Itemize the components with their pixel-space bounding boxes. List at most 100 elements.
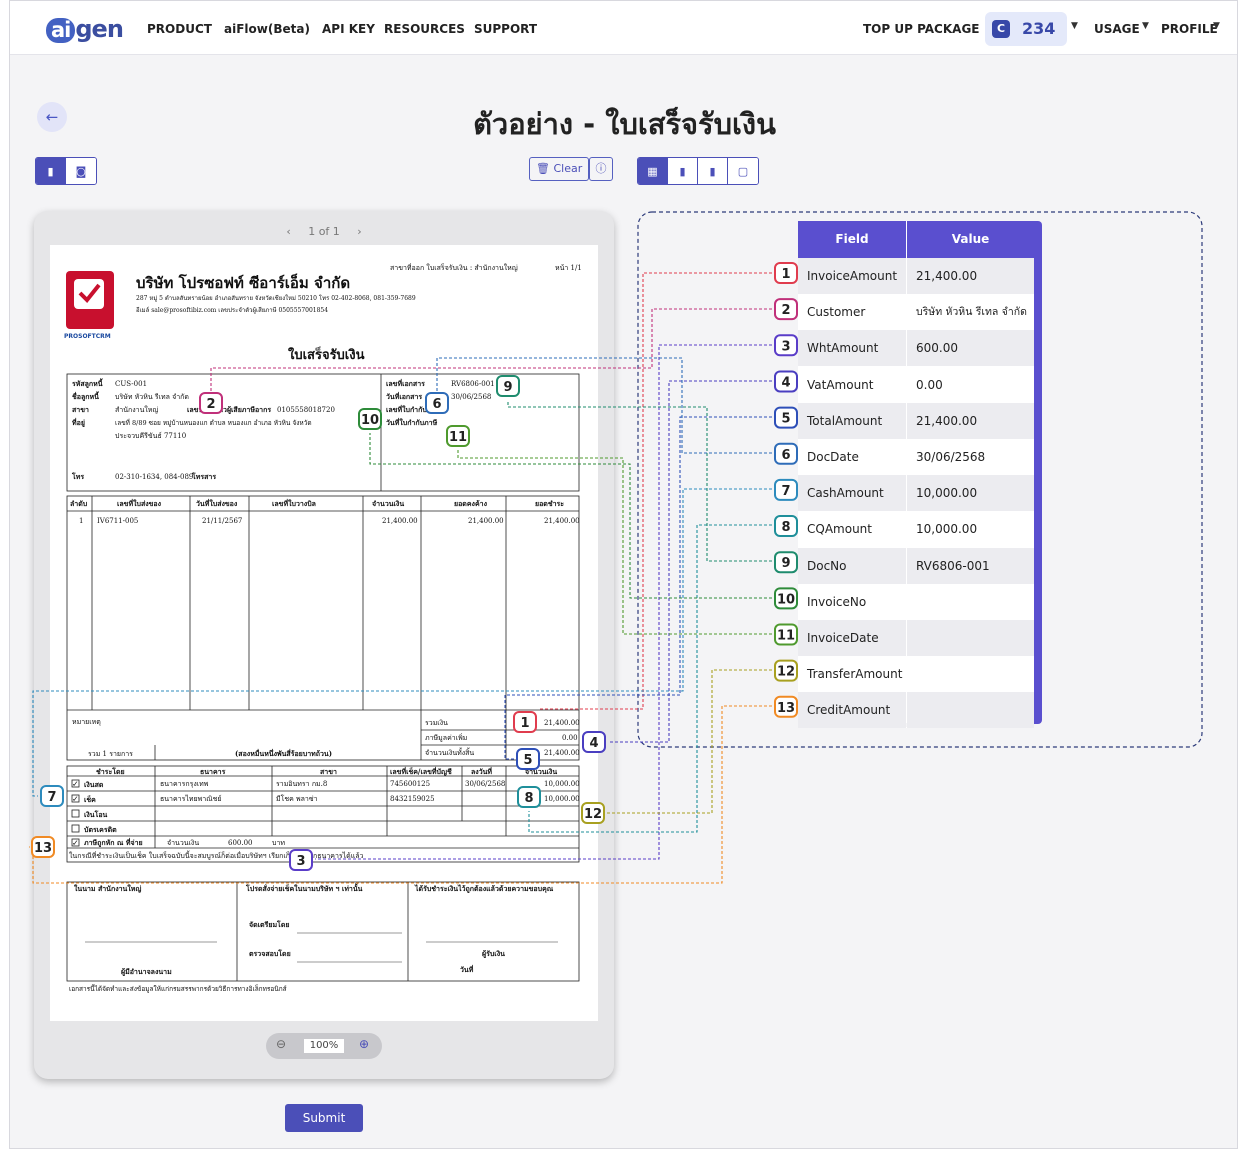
field-value[interactable]: 10,000.00 <box>907 511 1034 548</box>
chevron-down-icon[interactable]: ▼ <box>1213 21 1220 31</box>
table-badge-9-label: 9 <box>781 556 790 571</box>
table-row: InvoiceDate <box>798 620 1034 656</box>
table-badge-7 <box>774 478 798 501</box>
item-h-4: จำนวนเงิน <box>372 499 404 508</box>
input-mode-toggle: ▮ ◙ <box>35 157 97 185</box>
nav-product[interactable]: PRODUCT <box>147 22 212 36</box>
company-address: 287 หมู่ 5 ตำบลสันทรายน้อย อำเภอสันทราย … <box>136 294 416 302</box>
field-value[interactable]: 21,400.00 <box>907 402 1034 439</box>
table-row: VatAmount 0.00 <box>798 366 1034 403</box>
doc-label-invno: เลขที่ใบกำกับภาษี <box>386 404 440 414</box>
sig3-receiver: ผู้รับเงิน <box>482 949 505 959</box>
camera-icon[interactable]: ◙ <box>66 158 96 184</box>
empty-view-icon[interactable]: ▢ <box>728 158 758 184</box>
pay-method-3: บัตรเครดิต <box>84 825 117 834</box>
connector-line-4 <box>608 380 772 743</box>
item-h-6: ยอดชำระ <box>535 499 564 508</box>
item-h-5: ยอดคงค้าง <box>454 499 488 508</box>
pay-method-0: เงินสด <box>84 780 104 789</box>
table-badge-6 <box>774 442 798 465</box>
sum-value-0: 21,400.00 <box>544 719 580 727</box>
pay-r0-branch: รามอินทรา กม.8 <box>276 780 327 788</box>
field-name: InvoiceNo <box>798 583 906 620</box>
field-value[interactable]: บริษัท หัวหิน รีเทล จำกัด <box>907 294 1034 331</box>
amount-words: (สองหมื่นหนึ่งพันสี่ร้อยบาทถ้วน) <box>235 748 332 758</box>
cust-address-2: ประจวบคีรีขันธ์ 77110 <box>115 432 186 440</box>
credit-counter[interactable]: C 234 <box>985 12 1067 46</box>
item-delivery-date: 21/11/2567 <box>202 517 242 525</box>
receipt-document: สาขาที่ออก ใบเสร็จรับเงิน : สำนักงานใหญ่… <box>64 263 582 993</box>
table-badge-4 <box>774 370 798 393</box>
nav-top-up[interactable]: TOP UP PACKAGE <box>863 22 980 36</box>
field-value[interactable] <box>907 583 1034 620</box>
output-view-toggle: ▦ ▮ ▮ ▢ <box>637 157 759 185</box>
pay-r1-amount: 10,000.00 <box>544 795 580 803</box>
table-row: InvoiceAmount 21,400.00 <box>798 258 1034 294</box>
table-badge-1 <box>774 262 798 284</box>
table-row: WhtAmount 600.00 <box>798 330 1034 367</box>
field-name: TotalAmount <box>798 402 906 439</box>
nav-api-key[interactable]: API KEY <box>322 22 375 36</box>
zoom-in-icon[interactable]: ⊕ <box>359 1037 369 1051</box>
field-value[interactable]: 0.00 <box>907 366 1034 403</box>
field-value[interactable]: 10,000.00 <box>907 475 1034 512</box>
nav-resources[interactable]: RESOURCES <box>384 22 465 36</box>
info-icon[interactable]: ⓘ <box>589 157 613 181</box>
pay-method-1: เช็ค <box>84 795 96 804</box>
table-row: CashAmount 10,000.00 <box>798 475 1034 512</box>
cust-branch: สำนักงานใหญ่ <box>115 405 158 414</box>
nav-profile[interactable]: PROFILE <box>1161 22 1218 36</box>
clear-button[interactable]: 🗑 Clear <box>529 157 590 181</box>
table-badge-3 <box>774 334 798 357</box>
taxid: 0105558018720 <box>277 406 335 414</box>
sig3-date: วันที่ <box>460 964 474 974</box>
logo-wordmark: PROSOFTCRM <box>64 333 111 340</box>
pay-h-3: เลขที่เช็ค/เลขที่บัญชี <box>390 766 452 776</box>
field-name: CreditAmount <box>798 692 906 729</box>
json-file-icon[interactable]: ▮ <box>668 158 698 184</box>
col-header-value: Value <box>907 221 1034 258</box>
table-scrollbar[interactable] <box>1034 221 1042 724</box>
csv-file-icon[interactable]: ▮ <box>698 158 728 184</box>
pay-r1-branch: มีโชค พลาซ่า <box>276 794 318 803</box>
zoom-out-icon[interactable]: ⊖ <box>276 1037 286 1051</box>
chevron-down-icon[interactable]: ▼ <box>1071 21 1078 31</box>
table-row: CQAmount 10,000.00 <box>798 511 1034 548</box>
document-viewer: ‹ 1 of 1 › สาขาที่ออก ใบเสร็จรับเงิน : ส… <box>34 211 614 1079</box>
table-row: TotalAmount 21,400.00 <box>798 402 1034 439</box>
field-value[interactable] <box>907 620 1034 656</box>
pay-r0-acct: 745600125 <box>390 780 430 788</box>
doc-title: ใบเสร็จรับเงิน <box>288 345 365 363</box>
field-value[interactable]: 30/06/2568 <box>907 439 1034 475</box>
field-value[interactable]: 21,400.00 <box>907 258 1034 294</box>
nav-usage[interactable]: USAGE <box>1094 22 1140 36</box>
file-icon[interactable]: ▮ <box>36 158 66 184</box>
zoom-level[interactable]: 100% <box>304 1039 344 1053</box>
chevron-down-icon[interactable]: ▼ <box>1142 21 1149 31</box>
pager[interactable]: ‹ 1 of 1 › <box>34 225 614 238</box>
item-outstanding: 21,400.00 <box>468 517 504 525</box>
field-value[interactable] <box>907 692 1034 729</box>
field-name: CQAmount <box>798 511 906 548</box>
nav-support[interactable]: SUPPORT <box>474 22 537 36</box>
sum-label-0: รวมเงิน <box>425 719 448 727</box>
item-count: รวม 1 รายการ <box>88 750 133 758</box>
phone-label: โทร <box>71 472 84 481</box>
page-title: ตัวอย่าง - ใบเสร็จรับเงิน <box>473 107 776 141</box>
table-view-icon[interactable]: ▦ <box>638 158 668 184</box>
aigen-logo[interactable]: ai gen <box>46 15 124 43</box>
field-value[interactable] <box>907 656 1034 693</box>
table-row: DocDate 30/06/2568 <box>798 439 1034 475</box>
field-value[interactable]: RV6806-001 <box>907 547 1034 584</box>
field-name: TransferAmount <box>798 656 906 693</box>
wht-baht: บาท <box>272 839 285 847</box>
field-value[interactable]: 600.00 <box>907 330 1034 367</box>
doc-footer: เอกสารนี้ได้จัดทำและส่งข้อมูลให้แก่กรมสร… <box>69 984 287 993</box>
cust-label-address: ที่อยู่ <box>72 417 85 428</box>
cheque-note: ในกรณีที่ชำระเงินเป็นเช็ค ใบเสร็จฉบับนี้… <box>69 849 364 860</box>
top-navbar: ai gen PRODUCT aiFlow(Beta) API KEY RESOU… <box>10 1 1237 55</box>
table-badge-13 <box>774 695 798 718</box>
nav-aiflow[interactable]: aiFlow(Beta) <box>224 22 310 36</box>
submit-button[interactable]: Submit <box>285 1104 363 1132</box>
item-h-0: ลำดับ <box>70 499 88 508</box>
